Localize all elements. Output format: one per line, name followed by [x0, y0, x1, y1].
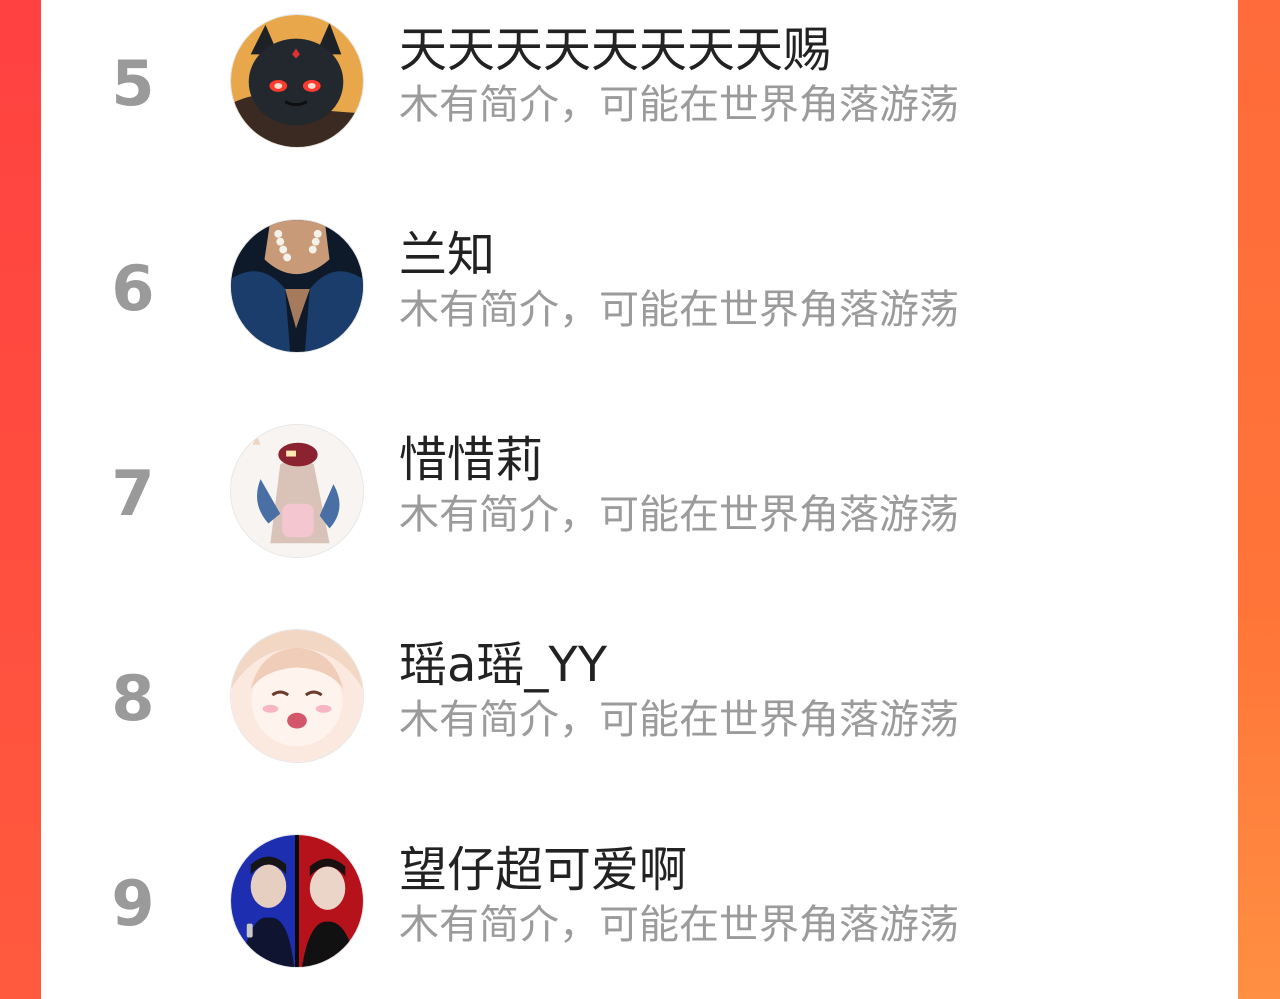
user-name[interactable]: 天天天天天天天天赐: [399, 26, 831, 74]
user-name[interactable]: 瑶a瑶_YY: [399, 641, 607, 689]
pearl-necklace-avatar-icon: [231, 220, 363, 352]
ranking-row[interactable]: 9 望仔超可爱啊 木有简介，可能在世界角落游荡: [41, 820, 1238, 999]
user-avatar[interactable]: [230, 424, 364, 558]
user-avatar[interactable]: [230, 629, 364, 763]
user-avatar[interactable]: [230, 14, 364, 148]
user-bio: 木有简介，可能在世界角落游荡: [399, 902, 959, 948]
ranking-list-card: 5 天天天天天天天天赐 木有简介，可能在世界角落游荡 6 兰知 木有简介，可能在…: [41, 0, 1238, 999]
left-gradient-border: [0, 0, 41, 999]
user-name[interactable]: 惜惜莉: [399, 436, 543, 484]
anime-girl-avatar-icon: [231, 630, 363, 762]
user-name[interactable]: 望仔超可爱啊: [399, 846, 687, 894]
ranking-row[interactable]: 7 惜惜莉 木有简介，可能在世界角落游荡: [41, 410, 1238, 615]
right-gradient-border: [1238, 0, 1280, 999]
girl-with-cap-avatar-icon: [231, 425, 363, 557]
rank-number: 5: [111, 47, 155, 120]
rank-number: 7: [111, 457, 155, 530]
user-bio: 木有简介，可能在世界角落游荡: [399, 492, 959, 538]
rank-number: 6: [111, 252, 155, 325]
user-avatar[interactable]: [230, 834, 364, 968]
ranking-row[interactable]: 8 瑶a瑶_YY 木有简介，可能在世界角落游荡: [41, 615, 1238, 820]
dark-demon-cat-avatar-icon: [231, 15, 363, 147]
user-bio: 木有简介，可能在世界角落游荡: [399, 82, 959, 128]
user-avatar[interactable]: [230, 219, 364, 353]
user-bio: 木有简介，可能在世界角落游荡: [399, 287, 959, 333]
singer-split-avatar-icon: [231, 835, 363, 967]
user-bio: 木有简介，可能在世界角落游荡: [399, 697, 959, 743]
ranking-row[interactable]: 5 天天天天天天天天赐 木有简介，可能在世界角落游荡: [41, 0, 1238, 205]
ranking-row[interactable]: 6 兰知 木有简介，可能在世界角落游荡: [41, 205, 1238, 410]
rank-number: 9: [111, 867, 155, 940]
user-name[interactable]: 兰知: [399, 231, 495, 279]
rank-number: 8: [111, 662, 155, 735]
